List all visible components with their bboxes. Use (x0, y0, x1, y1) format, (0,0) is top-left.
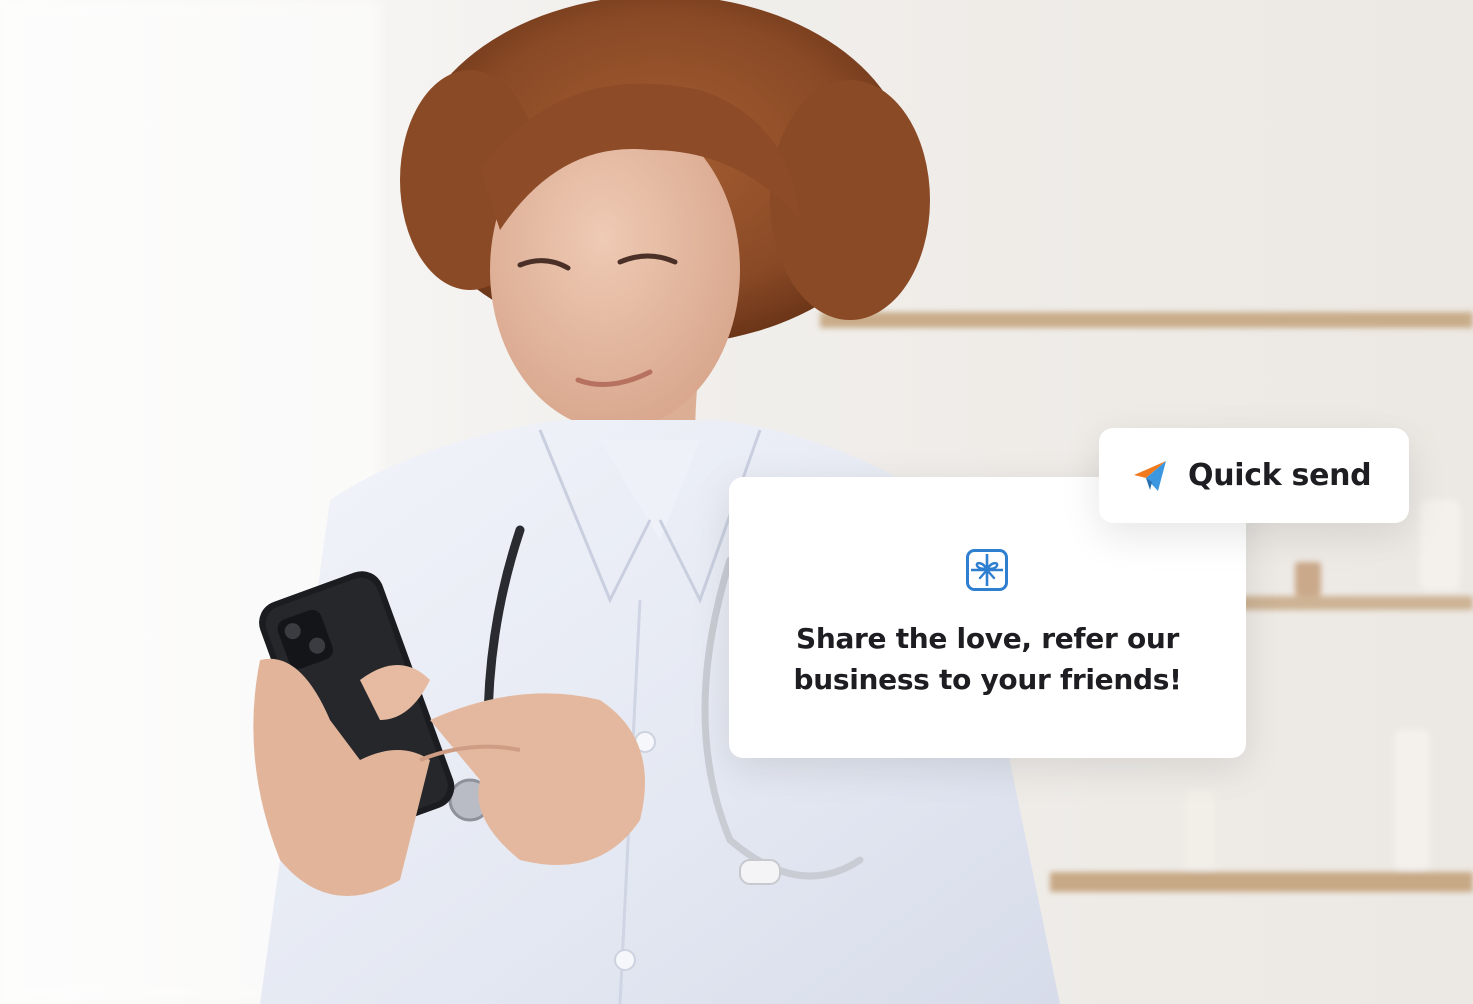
referral-message-line-2: business to your friends! (793, 663, 1182, 696)
quick-send-button[interactable]: Quick send (1099, 428, 1409, 523)
paper-plane-icon (1134, 460, 1166, 491)
quick-send-label: Quick send (1188, 458, 1372, 493)
referral-message-line-1: Share the love, refer our (795, 622, 1180, 655)
referral-message: Share the love, refer our business to yo… (749, 618, 1226, 700)
gift-icon (966, 549, 1008, 591)
